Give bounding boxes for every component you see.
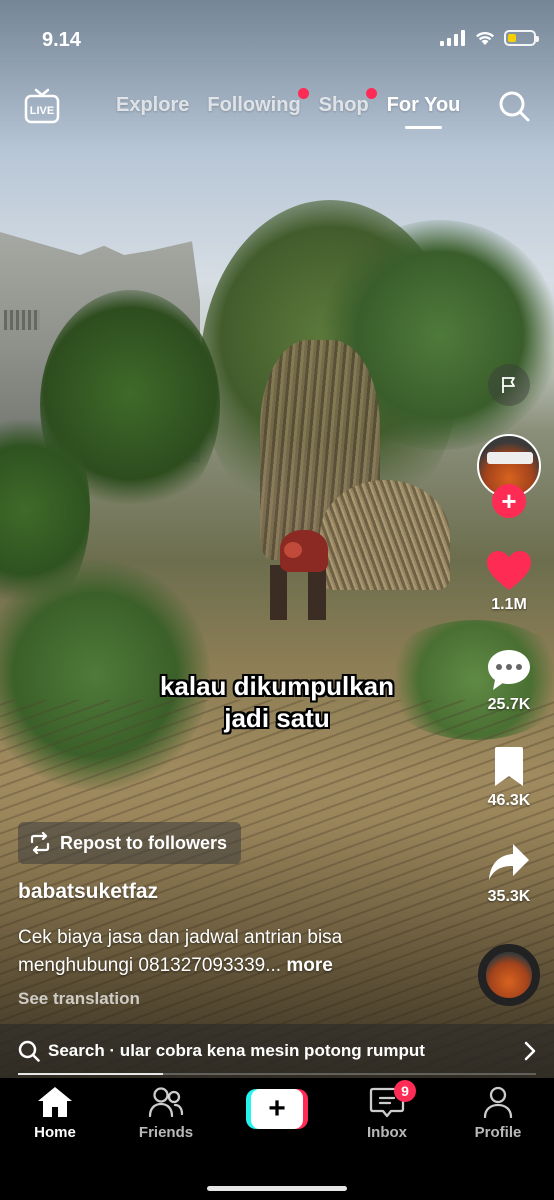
save-count: 46.3K: [487, 792, 531, 809]
video-subtitle-line: jadi satu: [224, 703, 330, 733]
repost-icon: [30, 832, 50, 854]
tab-following[interactable]: Following: [207, 88, 309, 117]
flag-icon: [502, 377, 515, 393]
home-indicator: [207, 1186, 347, 1191]
repost-label: Repost to followers: [60, 832, 228, 853]
nav-inbox[interactable]: Inbox 9: [342, 1080, 432, 1141]
search-suggestion-bar[interactable]: Search · ular cobra kena mesin potong ru…: [0, 1024, 554, 1078]
bookmark-icon: [495, 747, 523, 786]
status-time: 9.14: [42, 29, 81, 51]
video-progress-bar[interactable]: [18, 1073, 536, 1075]
share-arrow-icon: [489, 844, 529, 880]
status-icons: [440, 30, 539, 46]
nav-inbox-label: Inbox: [367, 1124, 407, 1141]
search-icon: [18, 1040, 40, 1062]
search-suggestion-text: Search · ular cobra kena mesin potong ru…: [48, 1041, 425, 1060]
tab-explore[interactable]: Explore: [116, 94, 189, 117]
svg-text:LIVE: LIVE: [30, 105, 54, 117]
nav-home-label: Home: [34, 1124, 76, 1141]
more-link[interactable]: more: [286, 955, 332, 976]
inbox-badge: 9: [394, 1080, 416, 1102]
cut-brush-pile: [320, 480, 450, 590]
video-progress-fill: [18, 1073, 164, 1075]
share-count: 35.3K: [487, 888, 531, 905]
repost-button[interactable]: Repost to followers: [18, 822, 242, 864]
see-translation-link[interactable]: See translation: [18, 989, 140, 1009]
friends-icon: [148, 1087, 184, 1118]
profile-icon: [483, 1086, 513, 1118]
cellular-signal-icon: [440, 30, 465, 46]
nav-profile[interactable]: Profile: [453, 1086, 543, 1141]
nav-profile-label: Profile: [474, 1124, 522, 1141]
tab-for-you[interactable]: For You: [387, 94, 460, 129]
battery-level: [508, 34, 517, 42]
tab-shop[interactable]: Shop: [319, 88, 377, 117]
search-icon[interactable]: [498, 90, 530, 122]
create-button[interactable]: +: [246, 1089, 308, 1129]
sound-disc[interactable]: [478, 944, 540, 1006]
bottom-nav: Home Friends + Inbox 9 Profile: [0, 1078, 554, 1200]
video-player[interactable]: [0, 0, 554, 1078]
share-button[interactable]: 35.3K: [474, 842, 544, 906]
save-button[interactable]: 46.3K: [474, 746, 544, 810]
nav-home[interactable]: Home: [10, 1086, 100, 1141]
video-subtitle-line: kalau dikumpulkan: [159, 671, 395, 701]
home-icon: [38, 1087, 72, 1117]
report-flag-button[interactable]: [488, 364, 530, 406]
worker-head: [284, 542, 302, 558]
chevron-right-icon: [524, 1041, 536, 1061]
like-button[interactable]: 1.1M: [474, 550, 544, 614]
heart-icon: [487, 551, 531, 590]
top-tabs: Explore Following Shop For You: [116, 88, 460, 129]
like-count: 1.1M: [491, 596, 527, 613]
top-gradient: [0, 0, 554, 150]
video-description[interactable]: Cek biaya jasa dan jadwal antrian bisa m…: [18, 924, 458, 980]
follow-button[interactable]: +: [492, 484, 526, 518]
live-tv-icon[interactable]: LIVE: [24, 88, 60, 124]
battery-icon: [504, 30, 539, 46]
notification-dot: [297, 88, 309, 99]
wall-vent: [4, 310, 40, 330]
creator-username[interactable]: babatsuketfaz: [18, 880, 158, 904]
notification-dot: [365, 88, 377, 99]
nav-friends[interactable]: Friends: [121, 1086, 211, 1141]
nav-friends-label: Friends: [138, 1124, 194, 1141]
plus-icon: +: [251, 1089, 303, 1129]
wifi-icon: [476, 31, 494, 45]
worker-legs: [270, 565, 326, 620]
